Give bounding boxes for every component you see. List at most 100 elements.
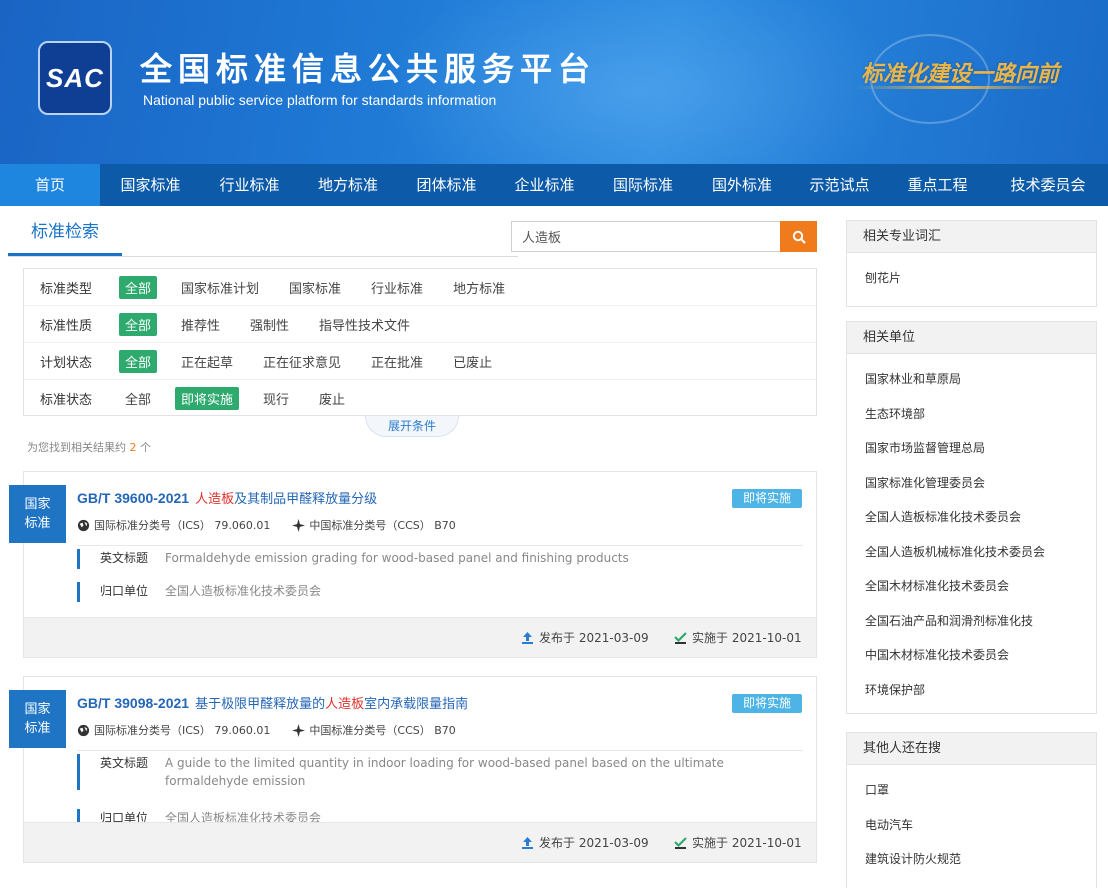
owner-label: 归口单位 (100, 584, 149, 598)
upload-icon (522, 837, 533, 849)
result-card: GB/T 39600-2021 人造板及其制品甲醛释放量分级 即将实施国际标准分类号… (23, 471, 817, 658)
search-icon (792, 230, 806, 244)
filter-option[interactable]: 正在起草 (175, 350, 239, 373)
effective-label: 实施于 (692, 836, 729, 850)
filter-option[interactable]: 行业标准 (365, 276, 429, 299)
site-title: 全国标准信息公共服务平台 (140, 50, 597, 88)
tab-standard-search[interactable]: 标准检索 (8, 214, 122, 256)
filter-option[interactable]: 已废止 (447, 350, 498, 373)
english-title-field: 英文标题 Formaldehyde emission grading for wo… (77, 549, 790, 569)
ccs-label: 中国标准分类号（CCS） (309, 724, 431, 737)
related_terms-item[interactable]: 刨花片 (847, 261, 1096, 296)
also_searched-item[interactable]: 建筑设计防火规范 (847, 842, 1096, 877)
filter-option[interactable]: 全部 (119, 349, 158, 373)
filter-label: 计划状态 (40, 355, 93, 371)
related_units-item[interactable]: 国家市场监督管理总局 (847, 431, 1096, 466)
filter-option[interactable]: 正在征求意见 (257, 350, 347, 373)
effective-date: 实施于 2021-10-01 (674, 629, 802, 646)
title-keyword-highlight: 人造板 (195, 492, 235, 507)
publish-date: 发布于 2021-03-09 (521, 629, 649, 646)
related_units-item[interactable]: 中国木材标准化技术委员会 (847, 638, 1096, 673)
search-input[interactable] (511, 221, 781, 252)
related_units-item[interactable]: 生态环境部 (847, 397, 1096, 432)
nav-item-4[interactable]: 团体标准 (398, 164, 495, 206)
owner-value: 全国人造板标准化技术委员会 (165, 584, 322, 598)
publish-date: 发布于 2021-03-09 (521, 834, 649, 851)
status-badge: 即将实施 (732, 489, 802, 508)
related_units-item[interactable]: 全国木材标准化技术委员会 (847, 569, 1096, 604)
also_searched-item[interactable]: 电动汽车 (847, 808, 1096, 843)
compass-icon (292, 518, 306, 532)
upload-icon (522, 632, 533, 644)
nav-item-10[interactable]: 技术委员会 (988, 164, 1108, 206)
check-icon (674, 632, 687, 644)
filter-option[interactable]: 正在批准 (365, 350, 429, 373)
slogan-stroke (856, 86, 1056, 89)
filter-option[interactable]: 地方标准 (447, 276, 511, 299)
standard-type-badge: 国家 标准 (9, 690, 66, 748)
filter-row-3: 标准状态 全部 即将实施 现行 废止 (24, 380, 816, 417)
effective-value: 2021-10-01 (731, 630, 802, 645)
globe-icon (77, 519, 90, 531)
related_units-item[interactable]: 国家标准化管理委员会 (847, 466, 1096, 501)
search-button[interactable] (780, 221, 817, 252)
also-searched-title: 其他人还在搜 (847, 733, 1096, 765)
effective-label: 实施于 (692, 631, 729, 645)
filter-option[interactable]: 全部 (119, 275, 158, 299)
main-nav: 首页 国家标准 行业标准 地方标准 团体标准 企业标准 国际标准 国外标准 示范试点 重点工程 技术… (0, 164, 1108, 206)
slogan-text: 标准化建设一路向前 (860, 62, 1059, 87)
ccs-value: B70 (434, 518, 456, 532)
nav-item-3[interactable]: 地方标准 (298, 164, 398, 206)
related_units-item[interactable]: 全国人造板标准化技术委员会 (847, 500, 1096, 535)
filter-option[interactable]: 废止 (313, 387, 351, 410)
result-title-link[interactable]: GB/T 39098-2021 基于极限甲醛释放量的人造板室内承载限量指南 (77, 693, 468, 712)
related_units-item[interactable]: 全国石油产品和润滑剂标准化技 (847, 604, 1096, 639)
badge-line-2: 标准 (24, 516, 51, 531)
related_units-item[interactable]: 环境保护部 (847, 673, 1096, 708)
effective-date: 实施于 2021-10-01 (674, 834, 802, 851)
result-title-link[interactable]: GB/T 39600-2021 人造板及其制品甲醛释放量分级 (77, 488, 377, 507)
title-suffix: 室内承载限量指南 (364, 697, 469, 712)
nav-item-8[interactable]: 示范试点 (792, 164, 887, 206)
owner-field: 归口单位 全国人造板标准化技术委员会 (77, 582, 321, 602)
ics-value: 79.060.01 (214, 518, 271, 532)
badge-line-1: 国家 (24, 497, 51, 512)
nav-item-0[interactable]: 首页 (0, 164, 100, 206)
also-searched-panel: 其他人还在搜 口罩 电动汽车 建筑设计防火规范 (846, 732, 1097, 888)
nav-item-1[interactable]: 国家标准 (100, 164, 201, 206)
compass-icon (292, 723, 306, 737)
sac-logo[interactable]: SAC (38, 41, 112, 115)
filter-option[interactable]: 全部 (119, 387, 157, 410)
ccs-value: B70 (434, 723, 456, 737)
check-icon (674, 837, 687, 849)
filter-option[interactable]: 指导性技术文件 (313, 313, 416, 336)
nav-item-6[interactable]: 国际标准 (594, 164, 692, 206)
result-count-suffix: 个 (140, 441, 151, 454)
publish-value: 2021-03-09 (578, 835, 649, 850)
filter-option[interactable]: 现行 (257, 387, 295, 410)
publish-label: 发布于 (539, 836, 576, 850)
nav-item-2[interactable]: 行业标准 (201, 164, 298, 206)
filter-option[interactable]: 国家标准计划 (175, 276, 265, 299)
filter-option[interactable]: 推荐性 (175, 313, 226, 336)
nav-item-7[interactable]: 国外标准 (692, 164, 792, 206)
filter-option[interactable]: 国家标准 (283, 276, 347, 299)
related-terms-panel: 相关专业词汇 刨花片 (846, 220, 1097, 307)
related-units-list: 国家林业和草原局 生态环境部 国家市场监督管理总局 国家标准化管理委员会 全国人造板标准… (847, 354, 1096, 713)
standard-type-badge: 国家 标准 (9, 485, 66, 543)
expand-conditions-button[interactable]: 展开条件 (365, 416, 459, 437)
filter-option[interactable]: 即将实施 (175, 387, 240, 410)
title-suffix: 及其制品甲醛释放量分级 (234, 492, 378, 507)
filter-option[interactable]: 全部 (119, 312, 158, 336)
nav-item-9[interactable]: 重点工程 (887, 164, 988, 206)
related_units-item[interactable]: 国家林业和草原局 (847, 362, 1096, 397)
filter-option[interactable]: 强制性 (244, 313, 295, 336)
ics-label: 国际标准分类号（ICS） (94, 519, 211, 532)
related_units-item[interactable]: 全国人造板机械标准化技术委员会 (847, 535, 1096, 570)
filter-label: 标准性质 (40, 318, 93, 334)
card-divider (77, 545, 803, 546)
related-terms-title: 相关专业词汇 (847, 221, 1096, 253)
result-count: 为您找到相关结果约 2 个 (27, 439, 151, 455)
also_searched-item[interactable]: 口罩 (847, 773, 1096, 808)
nav-item-5[interactable]: 企业标准 (495, 164, 594, 206)
